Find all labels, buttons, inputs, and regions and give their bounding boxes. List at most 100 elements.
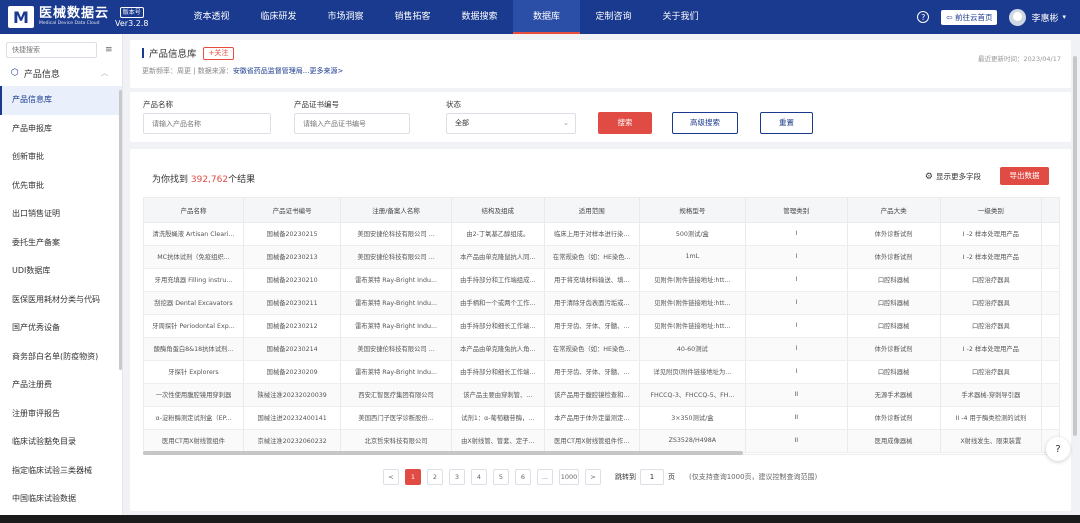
sidebar-item-contract-mfg[interactable]: 委托生产备案 [0,229,122,258]
result-prefix: 为你找到 [152,175,191,185]
table-cell[interactable]: 牙用充填器 Filling instru... [144,268,244,292]
feedback-icon[interactable]: ? [1046,437,1070,461]
table-cell[interactable]: 牙探针 Explorers [144,360,244,384]
sidebar-group-product-info[interactable]: ⬡ 产品信息 ︿ [0,60,122,86]
table-cell: 美国安捷伦科技有限公司 ... [340,337,452,361]
jump-page-input[interactable]: 1 [640,469,664,485]
help-icon[interactable]: ? [917,11,930,23]
nav-market[interactable]: 市场洞察 [312,0,379,34]
product-name-input[interactable] [143,113,271,134]
user-name[interactable]: 李惠彬 [1031,11,1058,24]
brand-logo[interactable]: M 医械数据云 Medical Device Data Cloud 版本号 Ve… [8,6,168,28]
table-cell: 用于牙齿、牙体、牙髓、... [544,314,640,338]
table-cell: 用于牙齿、牙体、牙髓、... [544,360,640,384]
page-button-6[interactable]: 6 [515,469,531,485]
table-cell: 该产品用于腹腔镜检查和... [544,383,640,407]
table-cell: 医用CT用X射线管组件作... [544,429,640,453]
sidebar-item-trial-exempt[interactable]: 临床试验豁免目录 [0,428,122,457]
sidebar-item-innovation[interactable]: 创新审批 [0,143,122,172]
menu-collapse-icon[interactable]: ≡ [105,45,113,55]
table-cell: II [745,406,848,430]
page-scrollbar[interactable] [1073,56,1077,436]
status-select-value: 全部 [455,119,469,127]
data-source-link[interactable]: 安徽省药品监督管理局...更多来源> [233,67,344,75]
nav-database[interactable]: 数据库 [513,0,580,34]
table-row[interactable]: 刮挖器 Dental Excavators 国械备20230211 雷布莱特 Ray… [144,291,1059,315]
page-button-last[interactable]: 1000 [559,469,579,485]
table-cell[interactable]: 刮挖器 Dental Excavators [144,291,244,315]
search-button[interactable]: 搜索 [598,112,652,134]
table-header-row: 产品名称 产品证书编号 注册/备案人名称 结构及组成 适用范围 规格型号 管理类别 产品大类一… [144,198,1059,223]
nav-about[interactable]: 关于我们 [647,0,714,34]
sidebar-item-review-report[interactable]: 注册审评报告 [0,400,122,429]
column-header: 二级类别 [1041,198,1059,223]
table-row[interactable]: α-淀粉酶测定试剂盒（EP... 国械注进20232400141 美国西门子医学诊断… [144,406,1059,430]
page-button-4[interactable]: 4 [471,469,487,485]
page-title: 产品信息库 [149,49,197,60]
follow-button[interactable]: +关注 [202,46,235,60]
table-horizontal-scrollbar[interactable] [143,451,743,455]
nav-consulting[interactable]: 定制咨询 [580,0,647,34]
table-cell[interactable]: 清洗殷蝇液 Artisan Cleari... [144,222,244,246]
table-row[interactable]: MC抗体试剂（免疫组织... 国械备20230213 美国安捷伦科技有限公司 ...… [144,245,1059,269]
table-row[interactable]: 牙周探针 Periodontal Exp... 国械备20230212 雷布莱特 R… [144,314,1059,338]
pager-note: (仅支持查询1000页，建议控制查询范围) [689,473,818,481]
reset-button[interactable]: 重置 [760,112,813,134]
result-count: 为你找到 392,762个结果 [152,172,255,185]
export-button[interactable]: 导出数据 [1000,167,1049,185]
sidebar-item-reg-fee[interactable]: 产品注册费 [0,371,122,400]
sidebar-item-application-db[interactable]: 产品申报库 [0,115,122,144]
table-row[interactable]: 医用CT用X射线管组件 京械注准20232060232 北京哲宋科技有限公司 由X射线… [144,429,1059,453]
filter-panel: 产品名称 产品证书编号 状态 全部 ⌄ 搜索 高级搜索 重置 [130,92,1071,142]
sidebar-item-product-db[interactable]: 产品信息库 [0,86,122,115]
table-row[interactable]: 一次性使用腹腔镜用穿刺器 陕械注准20232020039 西安汇智医疗集团有限公司该… [144,383,1059,407]
table-cell[interactable]: MC抗体试剂（免疫组织... [144,245,244,269]
table-cell: 美国安捷伦科技有限公司 ... [340,245,452,269]
table-cell: 详见附页(附件链接地址为... [639,360,746,384]
nav-data-search[interactable]: 数据搜索 [446,0,513,34]
sidebar-item-insurance-code[interactable]: 医保医用耗材分类与代码 [0,286,122,315]
update-meta-text: 更新频率：周更 | 数据来源： [142,67,233,75]
table-cell[interactable]: 牙周探针 Periodontal Exp... [144,314,244,338]
status-select[interactable]: 全部 ⌄ [446,113,576,134]
cert-number-input[interactable] [294,113,410,134]
table-row[interactable]: 清洗殷蝇液 Artisan Cleari... 国械备20230215 美国安捷伦科… [144,222,1059,246]
column-header: 适用范围 [544,198,640,223]
table-cell: 在常规染色（如：HE染色... [544,245,640,269]
avatar[interactable] [1009,8,1027,26]
page-button-2[interactable]: 2 [427,469,443,485]
table-cell[interactable]: 酸酶角蛋白8&18抗体试剂... [144,337,244,361]
advanced-search-button[interactable]: 高级搜索 [672,112,738,134]
next-page-button[interactable]: > [585,469,601,485]
sidebar-item-udi[interactable]: UDI数据库 [0,257,122,286]
nav-sales[interactable]: 销售拓客 [379,0,446,34]
go-cloud-home-button[interactable]: ⇦ 前往云首页 [941,9,998,25]
page-button-3[interactable]: 3 [449,469,465,485]
table-cell: 体外诊断试剂 [847,245,941,269]
page-ellipsis[interactable]: ... [537,469,553,485]
table-cell: 雷布莱特 Ray-Bright Indu... [340,291,452,315]
sidebar-search-input[interactable] [6,42,97,58]
sidebar-scrollbar[interactable] [119,90,122,370]
page-button-5[interactable]: 5 [493,469,509,485]
table-cell[interactable]: 一次性使用腹腔镜用穿刺器 [144,383,244,407]
table-cell[interactable]: 医用CT用X射线管组件 [144,429,244,453]
prev-page-button[interactable]: < [383,469,399,485]
table-row[interactable]: 牙用充填器 Filling instru... 国械备20230210 雷布莱特 R… [144,268,1059,292]
table-cell: ZS3528/H498A [639,429,746,453]
sidebar-item-priority[interactable]: 优先审批 [0,172,122,201]
table-row[interactable]: 酸酶角蛋白8&18抗体试剂... 国械备20230214 美国安捷伦科技有限公司 .… [144,337,1059,361]
chevron-down-icon[interactable]: ▾ [1062,13,1066,21]
table-cell[interactable]: α-淀粉酶测定试剂盒（EP... [144,406,244,430]
page-button-1[interactable]: 1 [405,469,421,485]
show-more-fields-button[interactable]: ⚙ 显示更多字段 [925,171,981,182]
sidebar-item-whitelist[interactable]: 商务部白名单(防疫物资) [0,343,122,372]
nav-capital[interactable]: 资本透视 [178,0,245,34]
sidebar-item-cn-trial-data[interactable]: 中国临床试验数据 [0,485,122,514]
sidebar-item-class3-trial[interactable]: 指定临床试验三类器械 [0,457,122,486]
table-row[interactable]: 牙探针 Explorers 国械备20230209 雷布莱特 Ray-Bright … [144,360,1059,384]
sidebar-item-excellent-devices[interactable]: 国产优秀设备 [0,314,122,343]
sidebar-item-export-cert[interactable]: 出口销售证明 [0,200,122,229]
nav-clinical[interactable]: 临床研发 [245,0,312,34]
table-cell: 该产品主要由穿刺管、... [451,383,545,407]
